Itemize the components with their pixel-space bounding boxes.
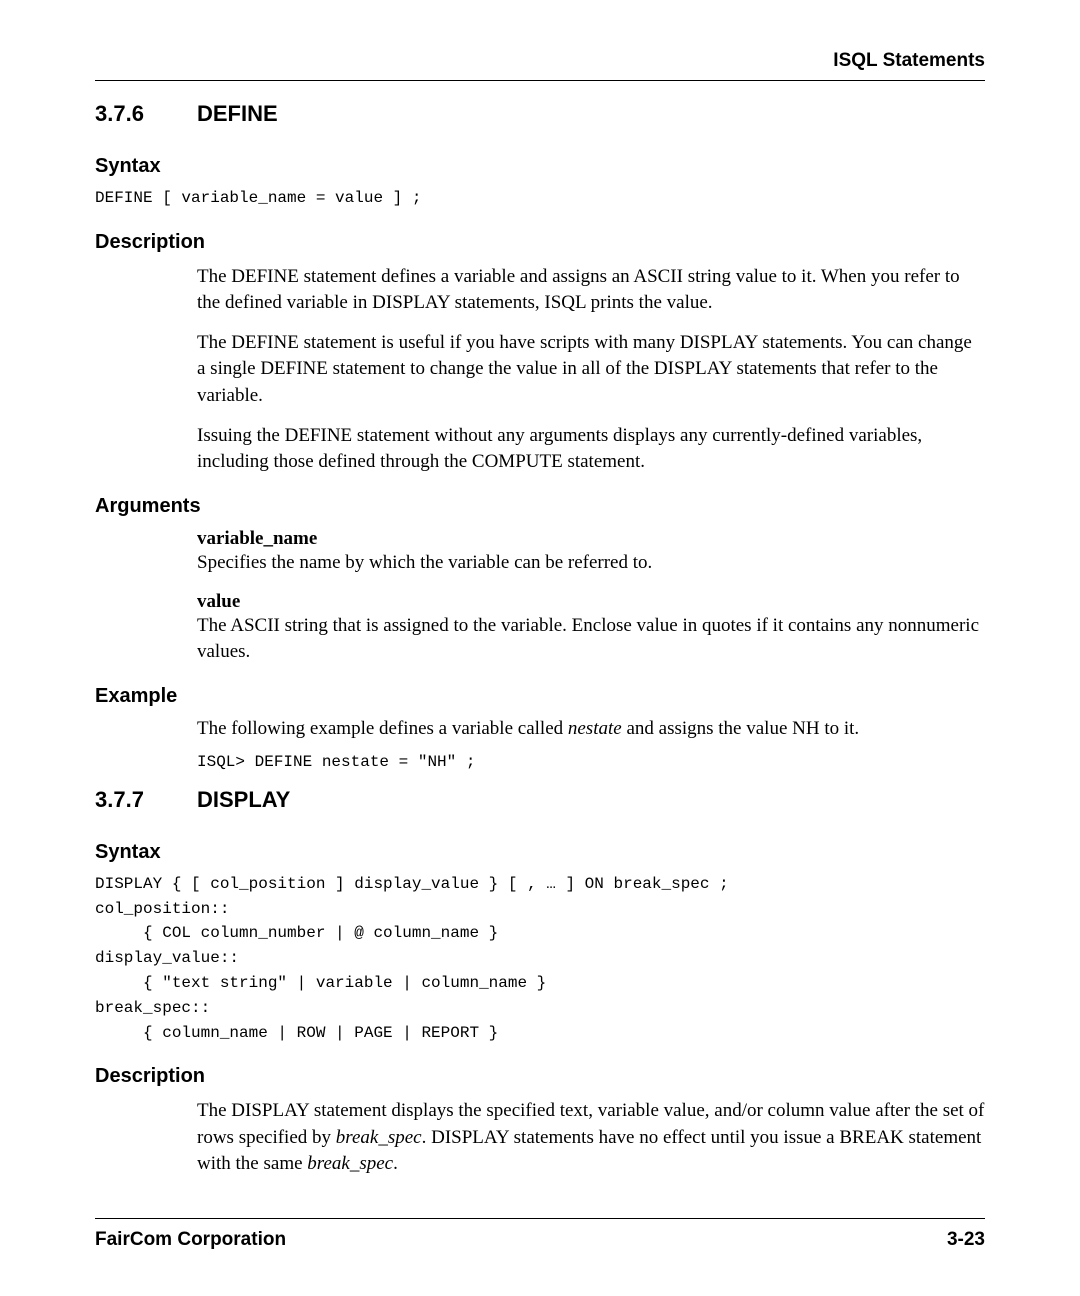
header-rule [95,80,985,81]
footer-company: FairCom Corporation [95,1229,286,1251]
description-heading: Description [95,1065,985,1088]
example-code: ISQL> DEFINE nestate = "NH" ; [197,750,985,775]
description-paragraph: Issuing the DEFINE statement without any… [197,423,985,475]
display-description-paragraph: The DISPLAY statement displays the speci… [197,1098,985,1177]
example-heading: Example [95,685,985,708]
argument-body: Specifies the name by which the variable… [197,550,985,576]
define-syntax-code: DEFINE [ variable_name = value ] ; [95,186,985,211]
section-heading-define: 3.7.6 DEFINE [95,101,985,127]
argument-body: The ASCII string that is assigned to the… [197,613,985,665]
section-title: DISPLAY [197,787,290,813]
example-intro-var: nestate [568,718,622,739]
description-heading: Description [95,231,985,254]
section-number: 3.7.6 [95,101,197,127]
argument-name: value [197,591,985,613]
arguments-heading: Arguments [95,495,985,518]
syntax-heading: Syntax [95,155,985,178]
page: ISQL Statements 3.7.6 DEFINE Syntax DEFI… [0,0,1080,1296]
section-heading-display: 3.7.7 DISPLAY [95,787,985,813]
example-intro: The following example defines a variable… [197,718,985,740]
example-intro-text: The following example defines a variable… [197,718,568,739]
footer-rule [95,1218,985,1219]
desc-text: . [393,1153,398,1174]
section-number: 3.7.7 [95,787,197,813]
argument-name: variable_name [197,528,985,550]
description-paragraph: The DEFINE statement defines a variable … [197,264,985,316]
running-header: ISQL Statements [95,50,985,72]
section-title: DEFINE [197,101,278,127]
display-syntax-code: DISPLAY { [ col_position ] display_value… [95,872,985,1046]
footer-page-number: 3-23 [947,1229,985,1251]
syntax-heading: Syntax [95,841,985,864]
description-paragraph: The DEFINE statement is useful if you ha… [197,330,985,409]
footer: FairCom Corporation 3-23 [95,1218,985,1251]
desc-italic: break_spec [336,1127,422,1148]
desc-italic: break_spec [307,1153,393,1174]
example-intro-text: and assigns the value NH to it. [622,718,859,739]
